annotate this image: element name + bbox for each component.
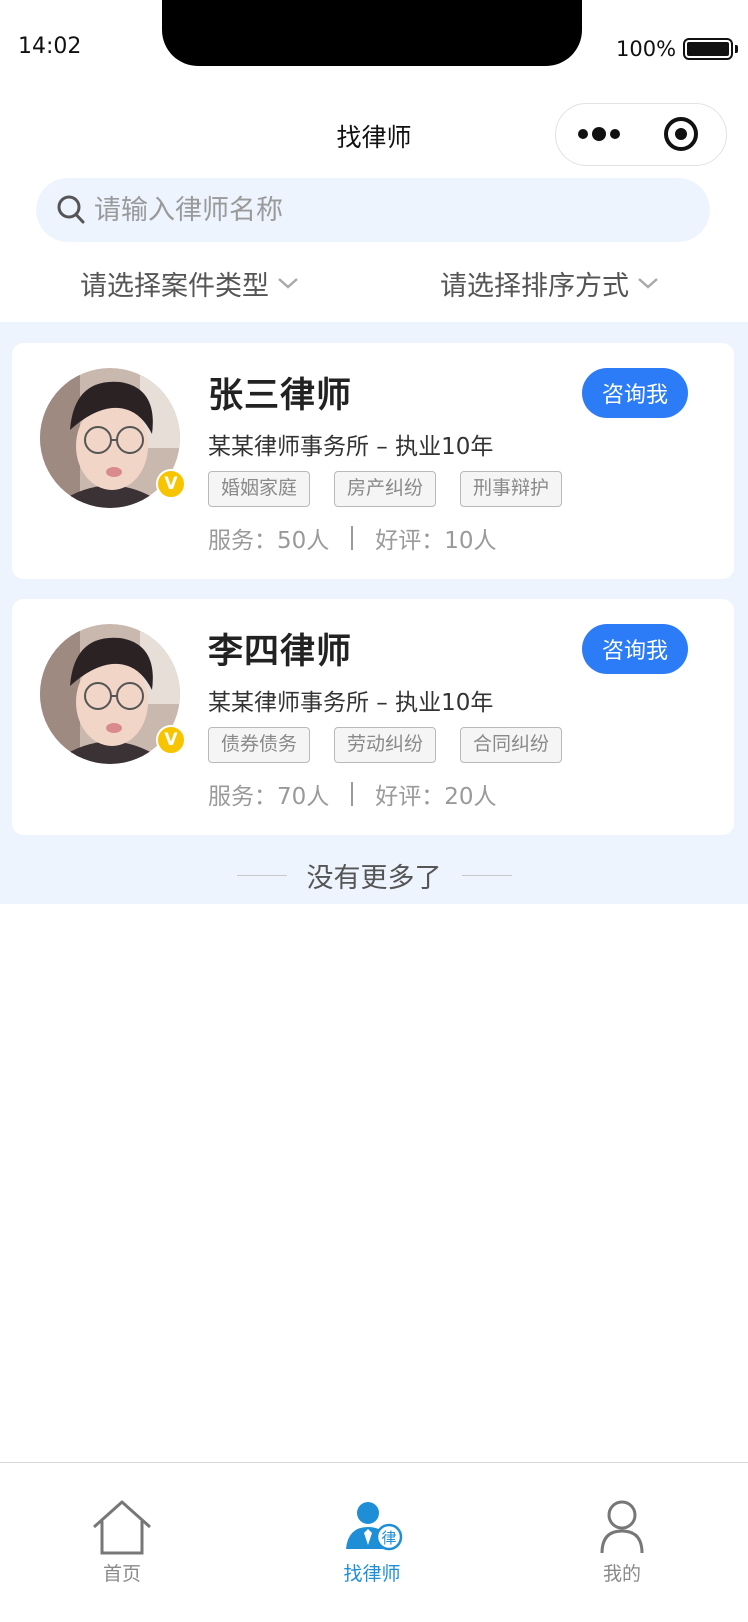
- lawyer-name: 张三律师: [208, 376, 353, 416]
- search-icon: [57, 195, 85, 224]
- search-bar: [36, 178, 710, 242]
- list-end-text: 没有更多了: [306, 863, 442, 894]
- served-count: 服务：70人: [208, 784, 330, 810]
- lawyer-stats: 服务：50人 好评：10人: [208, 521, 497, 555]
- chevron-down-icon: [278, 278, 298, 289]
- lawyer-icon: 律: [346, 1502, 403, 1551]
- tab-mine-label: 我的: [602, 1563, 641, 1585]
- screen: 14:02 100% 找律师 请选择案件类型 请选择排序方式: [0, 0, 748, 1622]
- sort-dropdown[interactable]: 请选择排序方式: [440, 262, 659, 304]
- sort-label: 请选择排序方式: [440, 270, 629, 302]
- tag-list: 婚姻家庭 房产纠纷 刑事辩护: [208, 471, 563, 507]
- practice-tag: 婚姻家庭: [208, 471, 311, 507]
- tab-find-lawyer[interactable]: 律 找律师: [292, 1463, 452, 1585]
- served-count: 服务：50人: [208, 528, 330, 554]
- tab-home[interactable]: 首页: [42, 1463, 202, 1585]
- practice-tag: 劳动纠纷: [334, 727, 437, 763]
- lawyer-card[interactable]: V 张三律师 咨询我 某某律师事务所 – 执业10年 婚姻家庭 房产纠纷 刑事辩…: [12, 343, 734, 579]
- lawyer-name: 李四律师: [208, 632, 353, 672]
- list-end-indicator: 没有更多了: [0, 856, 748, 895]
- lawyer-stats: 服务：70人 好评：20人: [208, 777, 497, 811]
- practice-tag: 合同纠纷: [460, 727, 563, 763]
- avatar-container: V: [40, 624, 186, 764]
- avatar-container: V: [40, 368, 186, 508]
- lawyer-firm: 某某律师事务所 – 执业10年: [208, 690, 494, 716]
- consult-button[interactable]: 咨询我: [582, 624, 688, 674]
- home-icon: [93, 1500, 151, 1555]
- notch: [162, 0, 582, 66]
- rating-count: 好评：10人: [375, 528, 497, 554]
- close-target-icon[interactable]: [664, 117, 698, 151]
- search-input[interactable]: [94, 178, 684, 242]
- tab-mine[interactable]: 我的: [542, 1463, 702, 1585]
- user-icon: [600, 1500, 644, 1554]
- tab-find-lawyer-label: 找律师: [343, 1563, 401, 1585]
- tab-home-label: 首页: [102, 1563, 141, 1585]
- stats-divider: [351, 782, 354, 806]
- practice-tag: 刑事辩护: [460, 471, 563, 507]
- more-icon[interactable]: [578, 104, 620, 164]
- rating-count: 好评：20人: [375, 784, 497, 810]
- verified-badge: V: [156, 469, 186, 499]
- practice-tag: 房产纠纷: [334, 471, 437, 507]
- tag-list: 债券债务 劳动纠纷 合同纠纷: [208, 727, 563, 763]
- verified-badge: V: [156, 725, 186, 755]
- divider-line: [236, 875, 287, 876]
- mini-program-capsule: [555, 103, 727, 166]
- stats-divider: [351, 526, 354, 550]
- battery-icon: [683, 38, 738, 60]
- lawyer-card[interactable]: V 李四律师 咨询我 某某律师事务所 – 执业10年 债券债务 劳动纠纷 合同纠…: [12, 599, 734, 835]
- status-bar: 14:02 100%: [0, 0, 748, 90]
- practice-tag: 债券债务: [208, 727, 311, 763]
- case-type-dropdown[interactable]: 请选择案件类型: [80, 262, 299, 304]
- divider-line: [461, 875, 512, 876]
- chevron-down-icon: [638, 278, 658, 289]
- status-time: 14:02: [18, 34, 82, 59]
- case-type-label: 请选择案件类型: [80, 270, 269, 302]
- lawyer-firm: 某某律师事务所 – 执业10年: [208, 434, 494, 460]
- lawyer-badge-glyph: 律: [381, 1529, 396, 1547]
- tab-bar: 首页 律 找律师 我的: [0, 1462, 748, 1622]
- consult-button[interactable]: 咨询我: [582, 368, 688, 418]
- battery-percent: 100%: [616, 37, 677, 61]
